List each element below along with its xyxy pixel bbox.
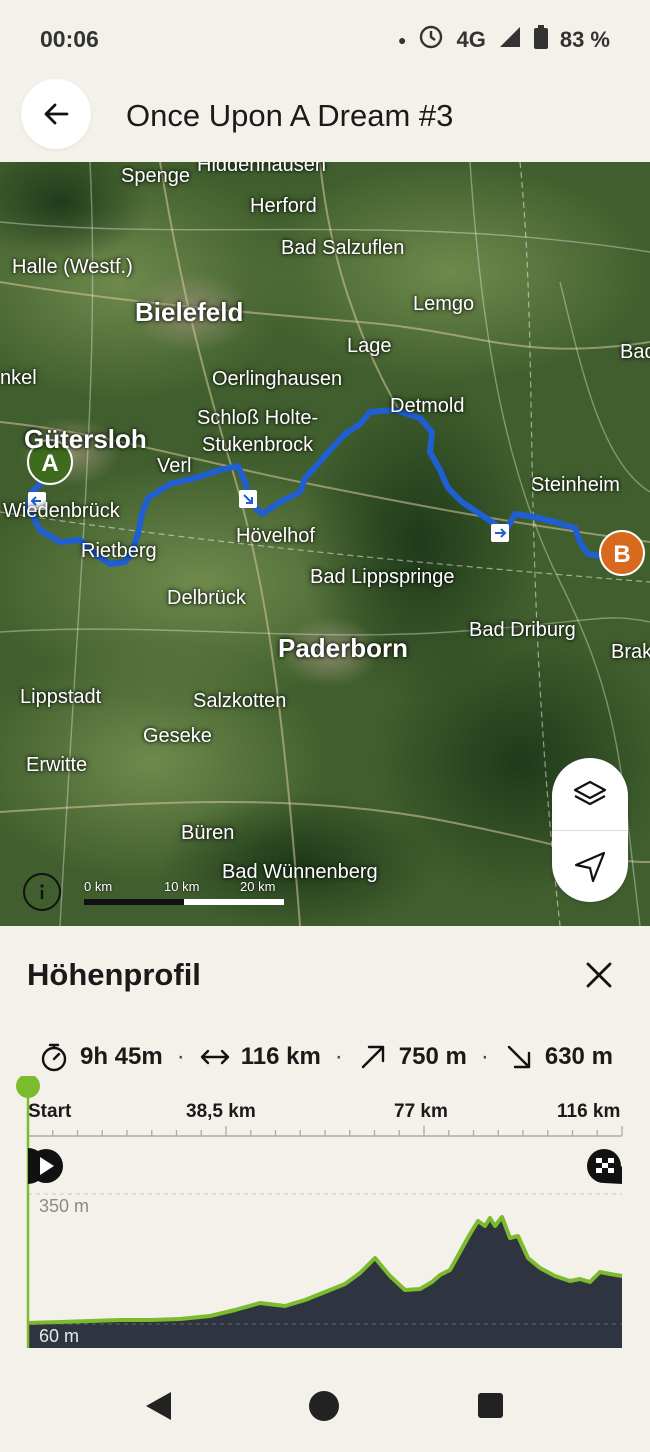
panel-title: Höhenprofil [27, 957, 201, 992]
scale-label: 0 km [84, 879, 113, 894]
place-label: Brak [611, 641, 650, 663]
close-button[interactable] [578, 954, 620, 996]
place-label: Delbrück [167, 587, 246, 609]
route-stats: 9h 45m · 116 km · 750 m · 630 m [38, 1040, 613, 1074]
battery-icon [533, 25, 548, 55]
layers-button[interactable] [552, 758, 628, 830]
map-view[interactable]: A B Spenge Hiddenhausen Herford Bad Salz… [0, 162, 650, 926]
place-label: Wiedenbrück [3, 500, 120, 522]
place-label: Bad [620, 341, 650, 363]
close-icon [586, 962, 612, 988]
descent-value: 630 m [544, 1043, 613, 1070]
descent-icon [503, 1041, 535, 1073]
info-icon [40, 884, 44, 899]
navigation-arrow-icon [574, 851, 606, 882]
status-bar: 00:06 ● 4G 83 % [0, 0, 650, 76]
notification-dot-icon: ● [398, 32, 407, 48]
info-button[interactable] [23, 873, 61, 911]
place-label: Salzkotten [193, 690, 287, 712]
scale-label: 10 km [164, 879, 200, 894]
separator: · [334, 1043, 343, 1070]
arrow-left-icon [44, 103, 69, 125]
end-marker[interactable]: B [599, 530, 645, 576]
system-nav-bar [0, 1366, 650, 1447]
place-label: Bielefeld [135, 297, 244, 327]
elevation-panel: Höhenprofil 9h 45m · 116 km · 750 m · 63… [0, 926, 650, 1366]
elevation-min-label: 60 m [39, 1326, 80, 1346]
separator: · [176, 1043, 185, 1070]
place-label: Detmold [390, 395, 465, 417]
place-label: Lage [347, 335, 392, 357]
elevation-chart[interactable] [0, 1076, 650, 1351]
place-label: Schloß Holte- [197, 407, 319, 429]
network-type: 4G [456, 27, 486, 52]
place-label: Bad Lippspringe [310, 566, 455, 588]
back-button[interactable] [21, 79, 91, 149]
place-label: Stukenbrock [202, 434, 314, 456]
place-label: Lemgo [413, 293, 475, 315]
place-label: Lippstadt [20, 686, 102, 708]
place-label: Bad Driburg [469, 619, 576, 641]
place-label: Gütersloh [24, 424, 147, 454]
position-cursor-handle[interactable] [16, 1076, 40, 1098]
header: Once Upon A Dream #3 [0, 76, 650, 162]
place-label: nkel [0, 367, 37, 389]
page-title: Once Upon A Dream #3 [126, 98, 454, 133]
scale-bar-black [84, 899, 184, 905]
locate-button[interactable] [552, 830, 628, 902]
elevation-area [28, 1217, 622, 1348]
ascent-icon [357, 1041, 389, 1073]
nav-recents-icon[interactable] [478, 1393, 503, 1418]
elevation-max-label: 350 m [39, 1196, 90, 1216]
place-label: Hövelhof [236, 525, 315, 547]
scale-label: 20 km [240, 879, 276, 894]
scale-bar-white [184, 899, 284, 905]
distance-icon [199, 1041, 231, 1073]
signal-icon [498, 25, 522, 55]
place-label: Halle (Westf.) [12, 256, 133, 278]
ascent-value: 750 m [398, 1043, 467, 1070]
nav-home-icon[interactable] [309, 1391, 339, 1421]
separator: · [480, 1043, 489, 1070]
place-label: Rietberg [81, 540, 157, 562]
finish-flag-icon [587, 1149, 622, 1184]
duration-value: 9h 45m [80, 1043, 163, 1070]
nav-back-icon[interactable] [146, 1392, 171, 1420]
place-label: Bad Salzuflen [281, 237, 405, 259]
map-scale: 0 km 10 km 20 km [84, 879, 284, 909]
place-label: Paderborn [278, 633, 409, 663]
place-label: Erwitte [26, 754, 88, 776]
alarm-icon [418, 24, 444, 56]
start-play-icon [28, 1148, 63, 1184]
place-label: Oerlinghausen [212, 368, 343, 390]
map-controls [552, 758, 628, 902]
status-time: 00:06 [40, 26, 99, 52]
svg-text:B: B [613, 541, 630, 568]
place-label: Büren [181, 822, 235, 844]
stopwatch-icon [38, 1041, 70, 1073]
place-label: Verl [157, 455, 192, 477]
distance-value: 116 km [240, 1043, 321, 1070]
place-label: Spenge [121, 165, 190, 187]
place-label: Steinheim [531, 474, 620, 496]
place-label: Herford [250, 195, 317, 217]
place-label: Geseke [143, 725, 212, 747]
layers-icon [573, 780, 607, 806]
place-label: Hiddenhausen [197, 162, 326, 176]
battery-level: 83 % [559, 27, 610, 52]
status-icons: ● 4G 83 % [398, 24, 610, 56]
